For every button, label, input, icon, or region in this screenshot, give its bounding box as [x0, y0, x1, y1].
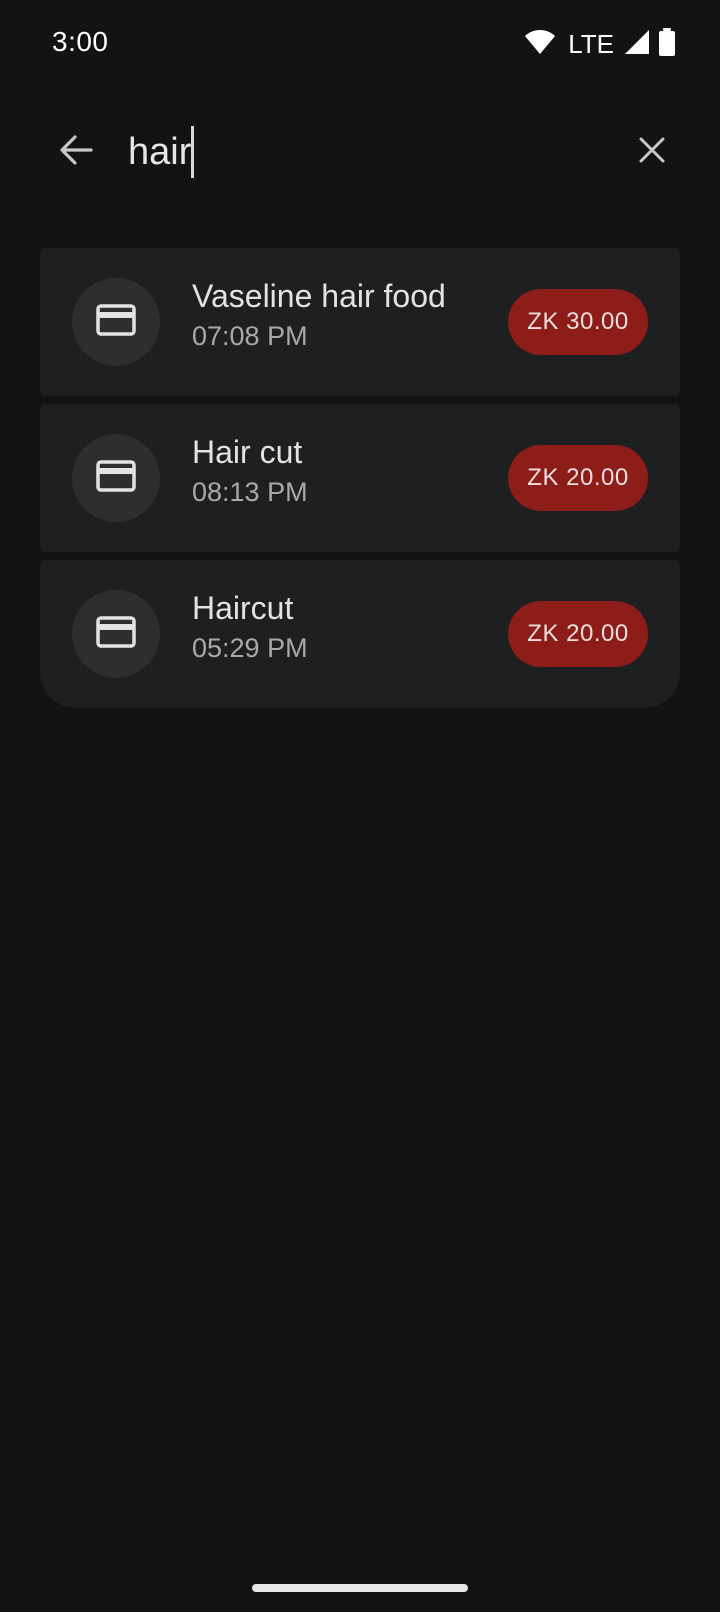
- clear-search-button[interactable]: [620, 120, 684, 184]
- credit-card-icon: [96, 459, 136, 497]
- search-results-list: Vaseline hair food 07:08 PM ZK 30.00 Hai…: [40, 248, 680, 716]
- item-icon-circle: [72, 590, 160, 678]
- amount-badge: ZK 20.00: [508, 601, 648, 667]
- amount-badge: ZK 30.00: [508, 289, 648, 355]
- list-item[interactable]: Hair cut 08:13 PM ZK 20.00: [40, 404, 680, 552]
- credit-card-icon: [96, 615, 136, 653]
- back-button[interactable]: [44, 120, 108, 184]
- item-title: Hair cut: [192, 434, 303, 470]
- search-input[interactable]: hair: [128, 124, 195, 180]
- close-icon: [638, 136, 666, 169]
- search-bar: hair: [0, 110, 720, 194]
- item-icon-circle: [72, 434, 160, 522]
- status-bar: 3:00 LTE: [0, 0, 720, 88]
- item-icon-circle: [72, 278, 160, 366]
- search-screen: 3:00 LTE hair Vaseline hair food 07:08 P…: [0, 0, 720, 1612]
- list-item[interactable]: Vaseline hair food 07:08 PM ZK 30.00: [40, 248, 680, 396]
- cell-signal-icon: [624, 29, 650, 60]
- search-query: hair: [128, 130, 192, 173]
- arrow-back-icon: [58, 132, 94, 173]
- gesture-nav-handle[interactable]: [252, 1584, 468, 1592]
- item-title: Haircut: [192, 590, 294, 626]
- item-text: Hair cut 08:13 PM: [192, 432, 308, 510]
- network-type: LTE: [568, 29, 614, 59]
- status-time: 3:00: [52, 26, 109, 57]
- item-text: Haircut 05:29 PM: [192, 588, 308, 666]
- item-text: Vaseline hair food 07:08 PM: [192, 276, 446, 354]
- item-time: 07:08 PM: [192, 321, 308, 351]
- item-time: 05:29 PM: [192, 633, 308, 663]
- amount-badge: ZK 20.00: [508, 445, 648, 511]
- item-time: 08:13 PM: [192, 477, 308, 507]
- credit-card-icon: [96, 303, 136, 341]
- wifi-icon: [524, 28, 556, 61]
- battery-icon: [658, 28, 676, 61]
- text-cursor: [191, 126, 195, 178]
- list-item[interactable]: Haircut 05:29 PM ZK 20.00: [40, 560, 680, 708]
- item-title: Vaseline hair food: [192, 278, 446, 314]
- status-icons: LTE: [524, 28, 676, 61]
